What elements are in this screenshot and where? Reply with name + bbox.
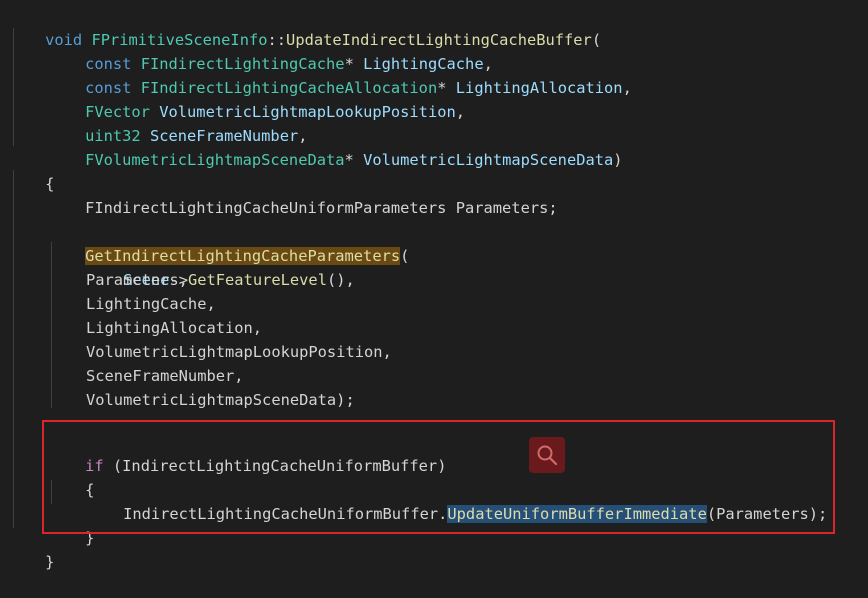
- paren: ): [613, 151, 623, 169]
- argument: LightingAllocation,: [86, 319, 263, 337]
- indent-guide: [13, 170, 14, 528]
- code-line-15: VolumetricLightmapLookupPosition,: [86, 340, 392, 364]
- highlight-box: [42, 420, 835, 534]
- code-line-13: LightingCache,: [86, 292, 216, 316]
- paren: (: [591, 31, 602, 49]
- code-line-3: const FIndirectLightingCacheAllocation* …: [48, 52, 632, 97]
- search-icon: [537, 445, 558, 466]
- code-line-14: LightingAllocation,: [86, 316, 262, 340]
- code-line-2: const FIndirectLightingCache* LightingCa…: [48, 28, 493, 73]
- brace: }: [45, 553, 55, 571]
- argument: LightingCache,: [86, 295, 216, 313]
- argument: Parameters,: [86, 271, 188, 289]
- code-line-7: {: [8, 148, 54, 193]
- type-name: FVolumetricLightmapSceneData: [85, 151, 345, 169]
- search-badge[interactable]: [529, 437, 565, 473]
- comma: ,: [455, 103, 466, 121]
- paren: (),: [326, 271, 355, 289]
- comma: ,: [622, 79, 632, 97]
- argument: SceneFrameNumber,: [86, 367, 244, 385]
- code-line-4: FVector VolumetricLightmapLookupPosition…: [48, 76, 465, 121]
- code-line-12: Parameters,: [86, 268, 188, 292]
- code-line-1: void FPrimitiveSceneInfo::UpdateIndirect…: [8, 4, 601, 49]
- param-name: LightingAllocation: [455, 79, 623, 97]
- code-line-8: FIndirectLightingCacheUniformParameters …: [48, 172, 558, 217]
- declaration: FIndirectLightingCacheUniformParameters …: [85, 199, 558, 217]
- code-line-6: FVolumetricLightmapSceneData* Volumetric…: [48, 124, 622, 169]
- argument: VolumetricLightmapSceneData);: [86, 391, 355, 409]
- function-call: GetFeatureLevel: [187, 271, 327, 289]
- param-name: VolumetricLightmapSceneData: [363, 151, 614, 169]
- code-line-17: VolumetricLightmapSceneData);: [86, 388, 355, 412]
- code-line-5: uint32 SceneFrameNumber,: [48, 100, 307, 145]
- code-editor[interactable]: void FPrimitiveSceneInfo::UpdateIndirect…: [0, 0, 868, 571]
- argument: VolumetricLightmapLookupPosition,: [86, 343, 392, 361]
- pointer: *: [344, 151, 354, 169]
- code-line-10: GetIndirectLightingCacheParameters(: [48, 220, 409, 265]
- paren: (: [400, 247, 410, 265]
- code-line-16: SceneFrameNumber,: [86, 364, 244, 388]
- code-line-11: Scene->GetFeatureLevel(),: [86, 244, 355, 289]
